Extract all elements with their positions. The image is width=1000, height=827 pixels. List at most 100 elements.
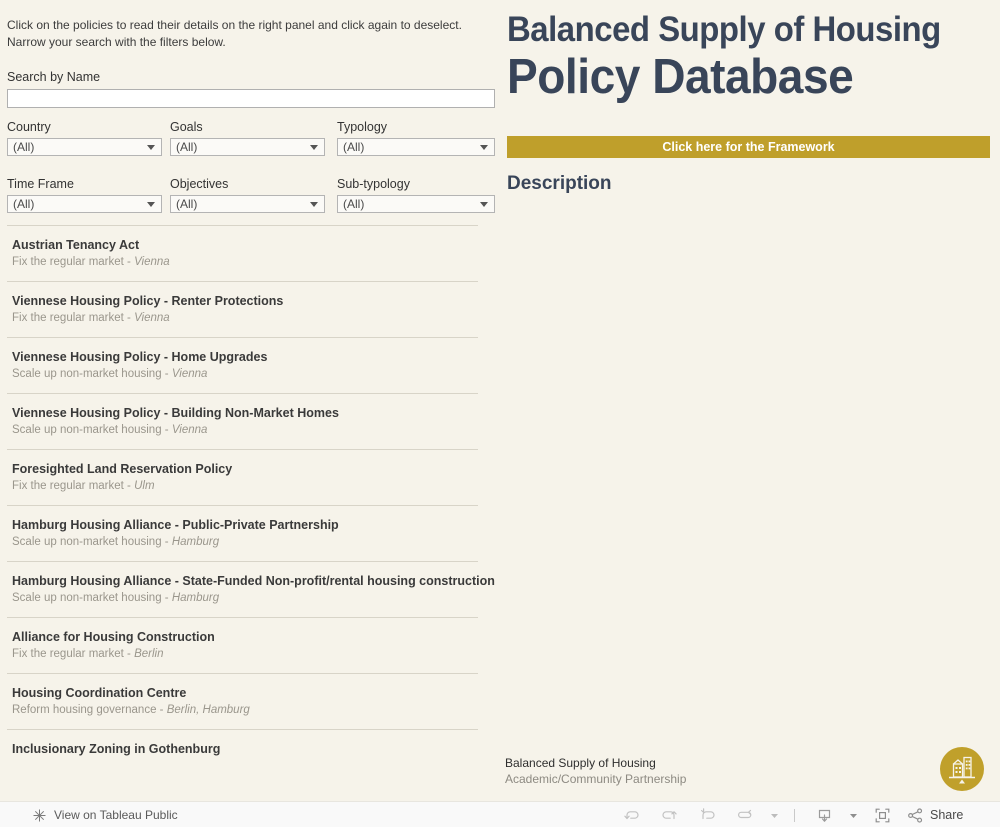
policy-list-item[interactable]: Austrian Tenancy Act Fix the regular mark…: [7, 225, 478, 281]
tableau-viz-container: Click on the policies to read their deta…: [0, 0, 1000, 827]
policy-goal: Reform housing governance: [12, 704, 157, 716]
filter-time-frame-label: Time Frame: [7, 177, 74, 191]
search-by-name-label: Search by Name: [7, 70, 101, 84]
policy-list-item[interactable]: Hamburg Housing Alliance - State-Funded …: [7, 561, 495, 617]
filter-sub-typology: Sub-typology (All): [337, 177, 495, 213]
policy-separator: -: [123, 256, 135, 268]
brand-name: Balanced Supply of Housing: [505, 756, 656, 770]
policy-location: Berlin: [134, 648, 164, 660]
policy-goal: Scale up non-market housing: [12, 536, 162, 548]
policy-location: Ulm: [134, 480, 155, 492]
right-panel: Balanced Supply of Housing Policy Databa…: [500, 0, 1000, 801]
policy-separator: -: [123, 480, 135, 492]
filter-goals-select[interactable]: (All): [170, 138, 325, 156]
filter-objectives: Objectives (All): [170, 177, 325, 213]
view-on-tableau-public-link[interactable]: View on Tableau Public: [32, 802, 178, 827]
toolbar-divider: [794, 808, 795, 822]
policy-separator: -: [123, 648, 135, 660]
filter-country-select[interactable]: (All): [7, 138, 162, 156]
filter-country: Country (All): [7, 120, 162, 156]
page-title-line2: Policy Database: [507, 50, 854, 104]
redo-button[interactable]: [650, 802, 688, 827]
policy-location: Vienna: [134, 312, 170, 324]
filter-typology: Typology (All): [337, 120, 495, 156]
policy-goal: Fix the regular market: [12, 480, 124, 492]
policy-list-item[interactable]: Viennese Housing Policy - Home Upgrades S…: [7, 337, 478, 393]
download-button[interactable]: [805, 802, 843, 827]
filter-typology-select[interactable]: (All): [337, 138, 495, 156]
brand-footer: Balanced Supply of Housing Academic/Comm…: [505, 755, 686, 787]
share-button[interactable]: Share: [901, 802, 969, 827]
policy-list-item[interactable]: Alliance for Housing Construction Fix the…: [7, 617, 478, 673]
chevron-down-icon: [147, 145, 155, 150]
policy-separator: -: [161, 536, 172, 548]
building-balance-logo-icon: [940, 747, 984, 791]
policy-location: Vienna: [134, 256, 170, 268]
refresh-button[interactable]: [726, 802, 764, 827]
filter-objectives-value: (All): [176, 197, 198, 211]
filter-typology-value: (All): [343, 140, 365, 154]
download-dropdown[interactable]: [843, 802, 863, 827]
policy-title: Alliance for Housing Construction: [12, 630, 215, 644]
chevron-down-icon: [480, 145, 488, 150]
policy-goal: Fix the regular market: [12, 312, 124, 324]
policy-list-item[interactable]: Housing Coordination Centre Reform housin…: [7, 673, 478, 729]
tableau-toolbar: View on Tableau Public Share: [0, 801, 1000, 827]
chevron-down-icon: [310, 145, 318, 150]
policy-goal: Scale up non-market housing: [12, 368, 162, 380]
policy-goal: Scale up non-market housing: [12, 424, 162, 436]
policy-location: Vienna: [171, 424, 208, 436]
fullscreen-button[interactable]: [863, 802, 901, 827]
policy-separator: -: [161, 592, 172, 604]
chevron-down-icon: [480, 202, 488, 207]
policy-title: Viennese Housing Policy - Building Non-M…: [12, 406, 339, 420]
policy-list-item[interactable]: Inclusionary Zoning in Gothenburg: [7, 729, 478, 768]
filter-sub-typology-select[interactable]: (All): [337, 195, 495, 213]
policy-title: Hamburg Housing Alliance - Public-Privat…: [12, 518, 339, 532]
page-title: Balanced Supply of Housing Policy Databa…: [507, 10, 999, 104]
policy-list-item[interactable]: Viennese Housing Policy - Renter Protect…: [7, 281, 478, 337]
policy-list[interactable]: Austrian Tenancy Act Fix the regular mark…: [0, 225, 500, 801]
tableau-flower-icon: [32, 808, 47, 823]
policy-subtitle: Reform housing governance - Berlin, Hamb…: [12, 703, 478, 718]
page-title-line1: Balanced Supply of Housing: [507, 10, 941, 49]
policy-subtitle: Fix the regular market - Vienna: [12, 255, 478, 270]
share-icon: [907, 807, 924, 824]
refresh-dropdown[interactable]: [764, 802, 784, 827]
undo-button[interactable]: [612, 802, 650, 827]
framework-link-button[interactable]: Click here for the Framework: [507, 136, 990, 158]
policy-goal: Fix the regular market: [12, 256, 124, 268]
view-on-tableau-public-label: View on Tableau Public: [54, 808, 178, 822]
policy-list-item[interactable]: Hamburg Housing Alliance - Public-Privat…: [7, 505, 478, 561]
policy-subtitle: Scale up non-market housing - Hamburg: [12, 591, 478, 606]
filter-country-value: (All): [13, 140, 35, 154]
policy-title: Hamburg Housing Alliance - State-Funded …: [12, 574, 495, 588]
policy-location: Hamburg: [171, 536, 220, 548]
filter-time-frame-select[interactable]: (All): [7, 195, 162, 213]
policy-subtitle: Fix the regular market - Berlin: [12, 647, 478, 662]
filter-country-label: Country: [7, 120, 51, 134]
filter-goals-label: Goals: [170, 120, 203, 134]
policy-list-item[interactable]: Viennese Housing Policy - Building Non-M…: [7, 393, 478, 449]
policy-goal: Scale up non-market housing: [12, 592, 162, 604]
policy-location: Hamburg: [171, 592, 220, 604]
filter-objectives-select[interactable]: (All): [170, 195, 325, 213]
policy-title: Foresighted Land Reservation Policy: [12, 462, 233, 476]
chevron-down-icon: [310, 202, 318, 207]
chevron-down-icon: [147, 202, 155, 207]
policy-subtitle: Fix the regular market - Ulm: [12, 479, 478, 494]
filter-sub-typology-label: Sub-typology: [337, 177, 410, 191]
policy-title: Austrian Tenancy Act: [12, 238, 140, 252]
policy-separator: -: [156, 704, 167, 716]
brand-tagline: Academic/Community Partnership: [505, 772, 687, 786]
share-label: Share: [930, 808, 964, 822]
description-heading: Description: [507, 173, 612, 194]
filter-time-frame: Time Frame (All): [7, 177, 162, 213]
policy-list-item[interactable]: Foresighted Land Reservation Policy Fix t…: [7, 449, 478, 505]
search-input[interactable]: [7, 89, 495, 108]
policy-title: Viennese Housing Policy - Home Upgrades: [12, 350, 268, 364]
filter-objectives-label: Objectives: [170, 177, 229, 191]
toolbar-buttons: Share: [612, 802, 969, 827]
revert-button[interactable]: [688, 802, 726, 827]
filter-time-frame-value: (All): [13, 197, 35, 211]
